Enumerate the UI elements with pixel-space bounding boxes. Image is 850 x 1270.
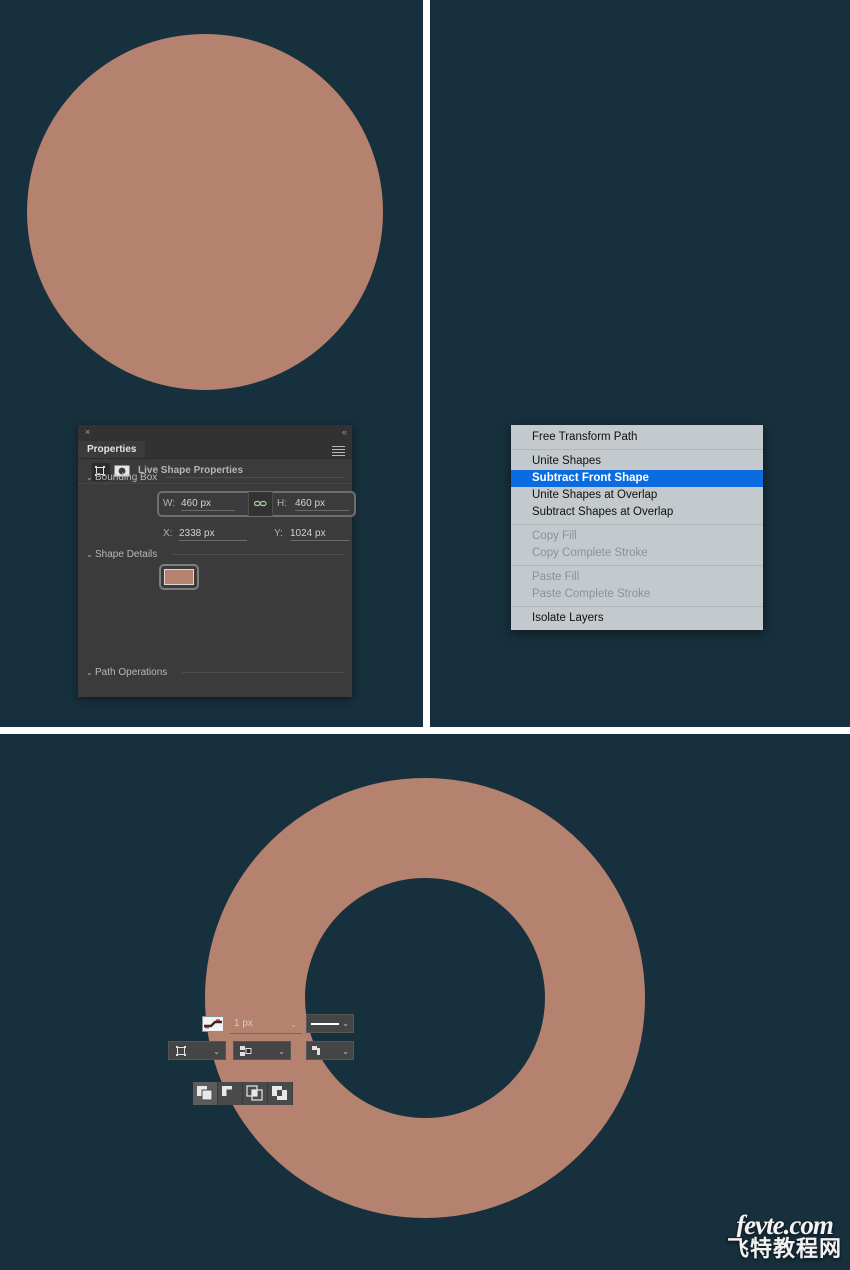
combine-shapes-icon[interactable] [193,1082,218,1105]
section-header-bounding-box[interactable]: ⌄ Bounding Box [86,471,157,484]
solid-circle-shape[interactable] [27,34,383,390]
menu-separator [511,524,763,525]
x-label: X: [163,528,173,539]
menu-item[interactable]: Unite Shapes at Overlap [511,487,763,504]
exclude-overlapping-shapes-icon[interactable] [268,1082,293,1105]
ring-result-shape[interactable] [205,778,645,1218]
section-rule [172,554,344,555]
hamburger-menu-icon[interactable] [332,446,345,456]
y-input[interactable]: 1024 px [290,528,350,541]
close-icon[interactable]: × [83,428,92,437]
chevron-down-icon: ⌄ [86,550,93,559]
chevron-down-icon: ⌄ [86,668,93,677]
shape-context-menu[interactable]: Free Transform Path Unite Shapes Subtract … [511,425,763,630]
width-label: W: [163,498,176,509]
height-label: H: [277,498,287,509]
menu-item[interactable]: Unite Shapes [511,453,763,470]
chevron-down-icon: ⌄ [278,1047,285,1056]
watermark-site-name: fevte.com [736,1210,834,1240]
width-input[interactable]: 460 px [181,498,235,511]
stroke-style-dropdown[interactable]: ⌄ [306,1014,354,1033]
properties-panel[interactable]: × « Properties Live Shape Properties ⌄ B… [78,425,356,1105]
chevron-down-icon: ⌄ [342,1047,349,1056]
link-icon[interactable] [248,492,273,516]
path-operations-row [193,1082,293,1105]
stroke-color-button[interactable] [202,1016,224,1032]
section-rule [166,477,344,478]
menu-item[interactable]: Subtract Front Shape [511,470,763,487]
panel-titlebar: × « [78,425,352,441]
watermark: fevte.com 飞特教程网 [727,1212,842,1262]
stroke-corner-dropdown[interactable]: ⌄ [306,1041,354,1060]
menu-item: Copy Fill [532,530,577,542]
section-title-bounding-box: Bounding Box [95,472,158,483]
menu-item[interactable]: Free Transform Path [511,429,763,446]
stroke-cap-dropdown[interactable]: ⌄ [233,1041,291,1060]
chevron-down-icon: ⌄ [290,1020,297,1029]
y-label: Y: [274,528,283,539]
height-input[interactable]: 460 px [295,498,349,511]
menu-separator [511,449,763,450]
menu-item: Copy Complete Stroke [532,547,648,559]
screenshot-stage: × « Properties Live Shape Properties ⌄ B… [0,0,850,1270]
stroke-width-value: 1 px [234,1018,253,1029]
panel-tabbar: Properties [78,441,352,459]
menu-item: Paste Fill [532,571,580,583]
x-input[interactable]: 2338 px [179,528,247,541]
section-header-path-operations[interactable]: ⌄ Path Operations [86,666,167,679]
menu-separator [511,606,763,607]
section-title-shape-details: Shape Details [95,549,158,560]
stroke-align-dropdown[interactable]: ⌄ [168,1041,226,1060]
chevron-down-icon: ⌄ [213,1047,220,1056]
panel-divider-horizontal [0,727,850,734]
chevron-down-icon: ⌄ [342,1019,349,1028]
chevron-down-icon: ⌄ [86,473,93,482]
section-title-path-operations: Path Operations [95,667,168,678]
stroke-width-dropdown[interactable]: 1 px ⌄ [230,1015,302,1034]
tab-properties[interactable]: Properties [78,441,146,458]
panel-divider-vertical [423,0,430,727]
watermark-site-name-cjk: 飞特教程网 [726,1237,842,1262]
fill-color-button[interactable] [159,564,199,590]
fill-color-swatch [164,569,194,585]
solid-line-icon [311,1023,339,1025]
intersect-shape-areas-icon[interactable] [243,1082,268,1105]
collapse-panel-icon[interactable]: « [342,428,347,437]
step-3-panel [0,734,850,1270]
section-header-shape-details[interactable]: ⌄ Shape Details [86,548,157,561]
menu-separator [511,565,763,566]
menu-item[interactable]: Isolate Layers [511,610,763,627]
subtract-front-shape-icon[interactable] [218,1082,243,1105]
section-rule [182,672,344,673]
menu-item: Paste Complete Stroke [532,588,651,600]
menu-item[interactable]: Subtract Shapes at Overlap [511,504,763,521]
